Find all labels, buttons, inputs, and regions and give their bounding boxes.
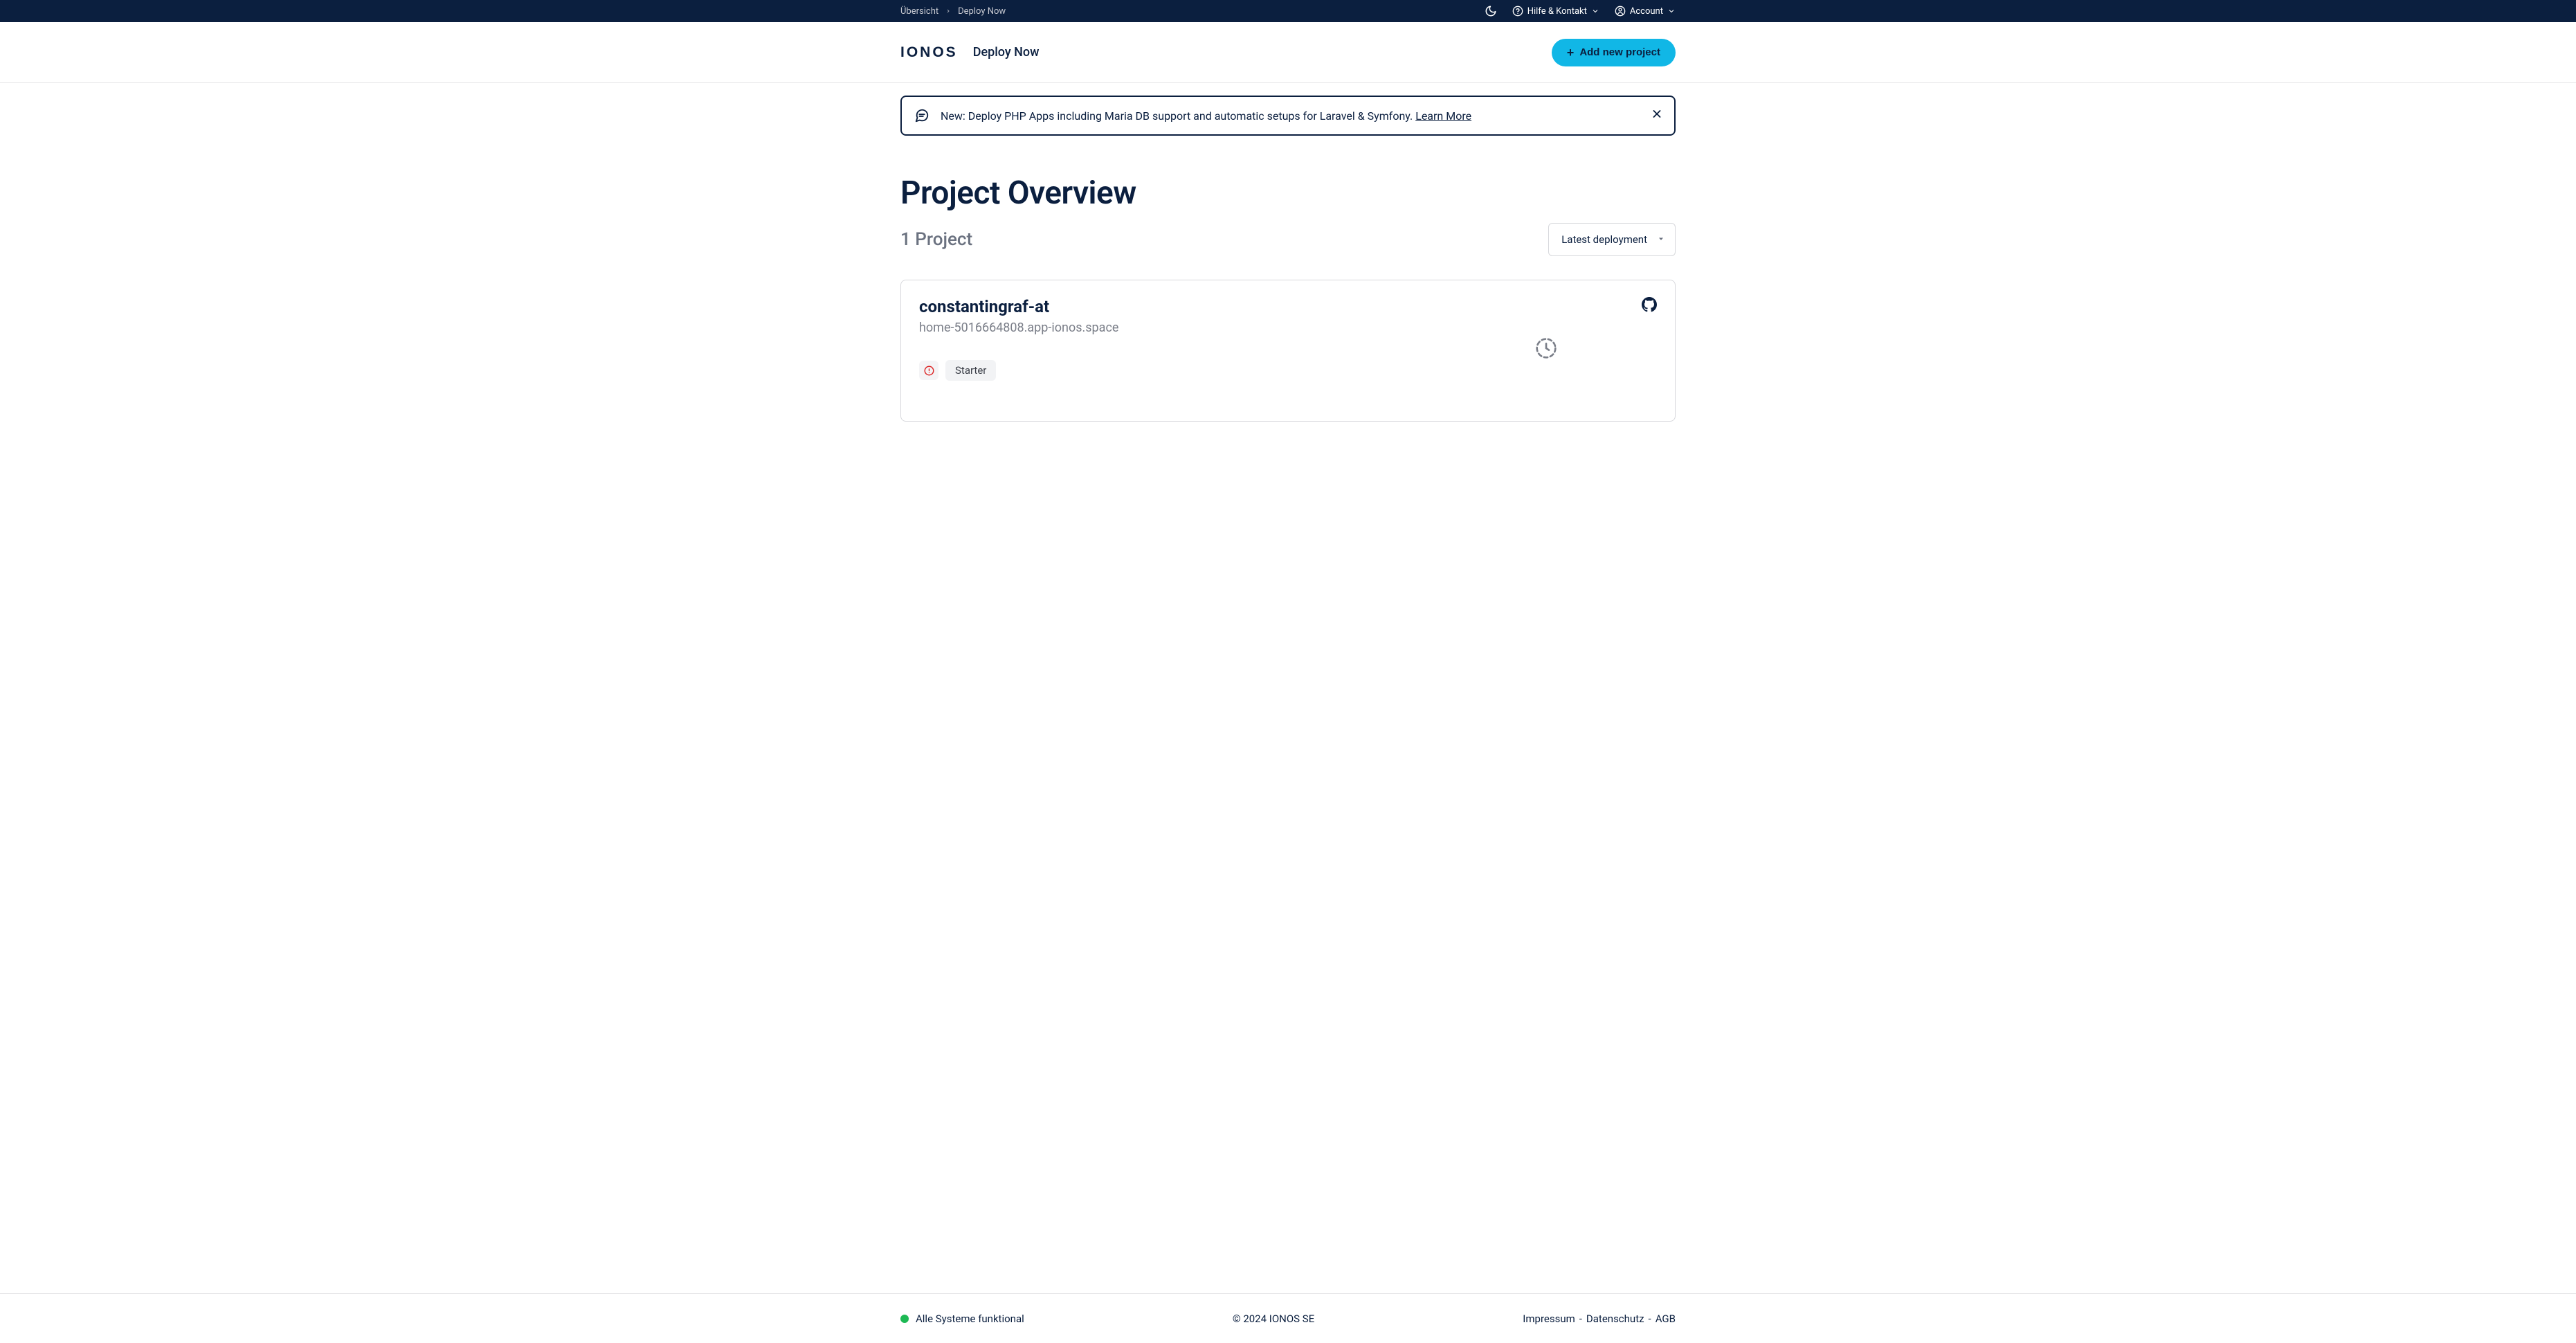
add-project-button[interactable]: + Add new project <box>1552 39 1676 66</box>
chevron-right-icon <box>945 7 951 16</box>
banner-close-button[interactable] <box>1651 108 1663 124</box>
impressum-link[interactable]: Impressum <box>1523 1313 1575 1325</box>
breadcrumb: Übersicht Deploy Now <box>900 6 1006 17</box>
main-container: New: Deploy PHP Apps including Maria DB … <box>900 83 1676 422</box>
user-icon <box>1615 6 1626 17</box>
message-icon <box>914 108 929 123</box>
agb-link[interactable]: AGB <box>1656 1313 1676 1325</box>
deployment-status-icon <box>1535 337 1557 362</box>
account-menu[interactable]: Account <box>1615 6 1676 17</box>
caret-down-icon <box>1657 233 1665 246</box>
add-project-label: Add new project <box>1579 46 1660 58</box>
topbar-right: Hilfe & Kontakt Account <box>1485 5 1676 17</box>
title-row: 1 Project Latest deployment <box>900 223 1676 256</box>
brand: IONOS Deploy Now <box>900 44 1040 61</box>
page-title: Project Overview <box>900 174 1676 212</box>
copyright: © 2024 IONOS SE <box>1233 1313 1314 1325</box>
chevron-down-icon <box>1667 7 1676 15</box>
error-icon <box>924 366 934 376</box>
footer-links: Impressum - Datenschutz - AGB <box>1523 1313 1676 1325</box>
project-meta: Starter <box>919 360 1657 381</box>
plus-icon: + <box>1567 46 1575 59</box>
title-block: Project Overview 1 Project Latest deploy… <box>900 174 1676 256</box>
github-icon <box>1642 297 1657 312</box>
breadcrumb-current[interactable]: Deploy Now <box>958 6 1006 17</box>
sort-label: Latest deployment <box>1561 233 1647 246</box>
project-domain[interactable]: home-5016664808.app-ionos.space <box>919 321 1118 335</box>
header: IONOS Deploy Now + Add new project <box>0 22 2576 83</box>
banner-text: New: Deploy PHP Apps including Maria DB … <box>941 109 1471 123</box>
moon-icon <box>1485 5 1497 17</box>
breadcrumb-root[interactable]: Übersicht <box>900 6 938 17</box>
chevron-down-icon <box>1591 7 1599 15</box>
sort-select[interactable]: Latest deployment <box>1548 223 1676 256</box>
project-card[interactable]: constantingraf-at home-5016664808.app-io… <box>900 280 1676 422</box>
account-label: Account <box>1630 6 1663 17</box>
system-status[interactable]: Alle Systeme funktional <box>900 1313 1024 1325</box>
ionos-logo[interactable]: IONOS <box>900 44 958 61</box>
help-icon <box>1512 6 1523 17</box>
product-name: Deploy Now <box>973 45 1040 60</box>
project-card-head: constantingraf-at home-5016664808.app-io… <box>919 297 1657 335</box>
footer: Alle Systeme funktional © 2024 IONOS SE … <box>0 1293 2576 1343</box>
help-menu[interactable]: Hilfe & Kontakt <box>1512 6 1599 17</box>
close-icon <box>1651 108 1663 120</box>
dark-mode-toggle[interactable] <box>1485 5 1497 17</box>
announcement-banner: New: Deploy PHP Apps including Maria DB … <box>900 96 1676 136</box>
github-link[interactable] <box>1642 297 1657 315</box>
status-text: Alle Systeme funktional <box>916 1313 1024 1325</box>
datenschutz-link[interactable]: Datenschutz <box>1586 1313 1644 1325</box>
project-name: constantingraf-at <box>919 297 1118 316</box>
help-label: Hilfe & Kontakt <box>1527 6 1587 17</box>
status-dot-green <box>900 1315 909 1323</box>
clock-pending-icon <box>1535 337 1557 359</box>
status-badge <box>919 361 938 380</box>
project-card-title-group: constantingraf-at home-5016664808.app-io… <box>919 297 1118 335</box>
project-count: 1 Project <box>900 229 972 250</box>
plan-chip: Starter <box>945 360 996 381</box>
banner-learn-more-link[interactable]: Learn More <box>1415 109 1471 123</box>
topbar: Übersicht Deploy Now Hilfe & Kontakt Acc… <box>0 0 2576 22</box>
